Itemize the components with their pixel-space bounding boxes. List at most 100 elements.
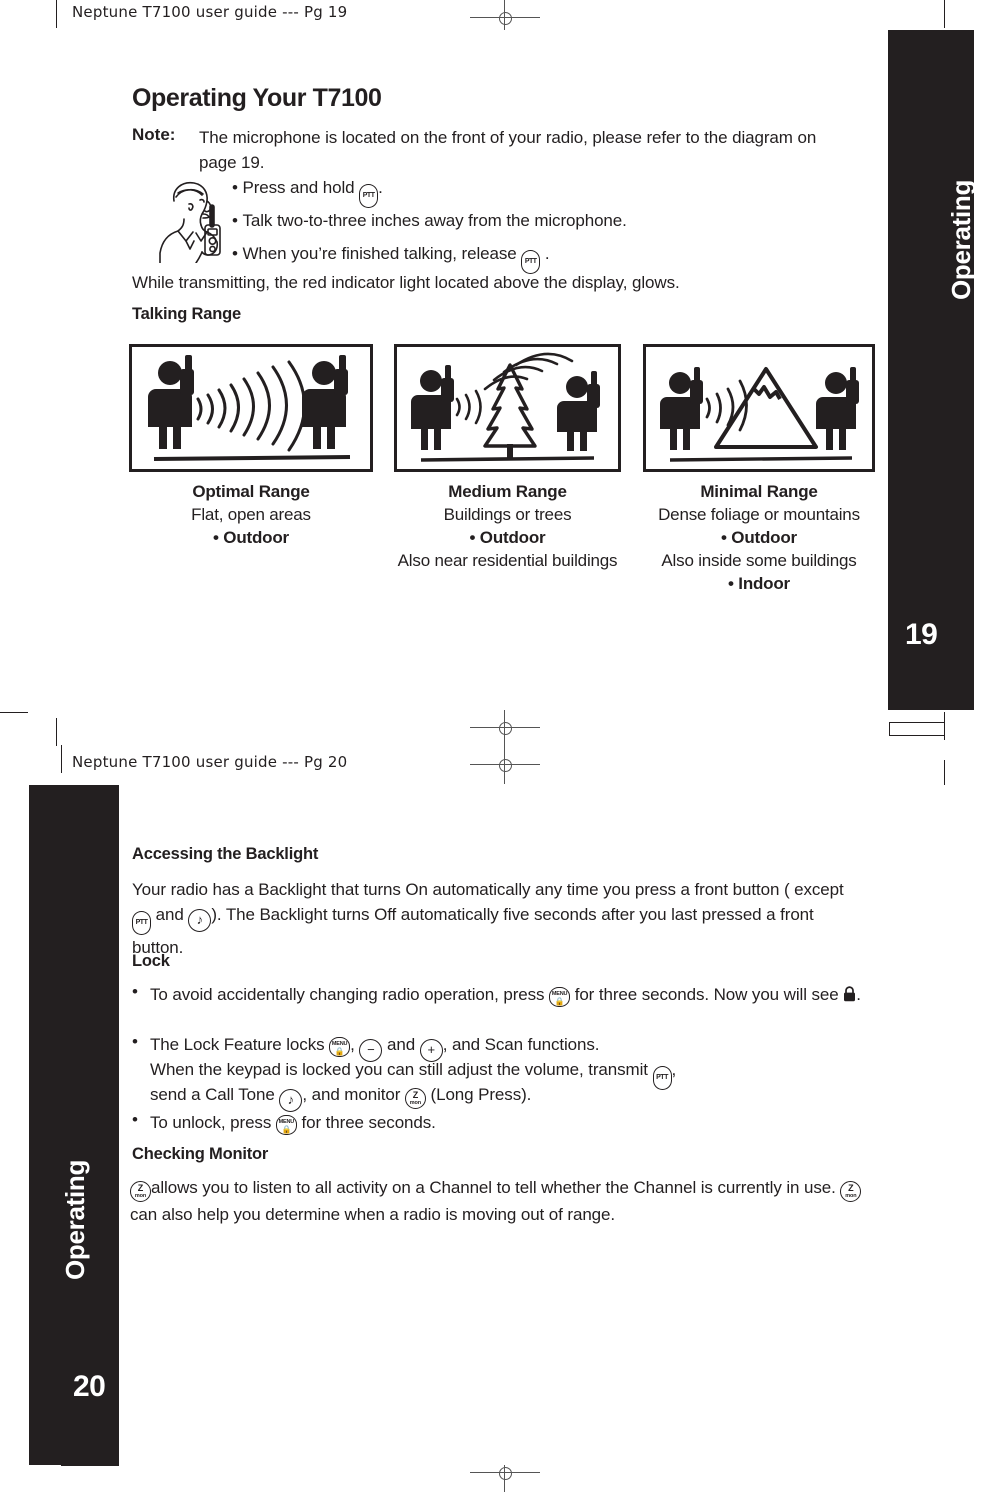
monitor-text-part2: can also help you determine when a radio…: [130, 1205, 616, 1224]
backlight-paragraph: Your radio has a Backlight that turns On…: [132, 877, 854, 960]
range-caption-medium: Medium Range Buildings or trees • Outdoo…: [394, 480, 621, 572]
bullet-marker: •: [232, 211, 243, 230]
backlight-text-part3: ). The Backlight turns Off automatically…: [132, 905, 814, 957]
range-caption-minimal: Minimal Range Dense foliage or mountains…: [630, 480, 888, 595]
range-line2: Also inside some buildings: [661, 551, 857, 570]
ptt-key-icon: PTT: [132, 911, 151, 935]
lock-b2-part5: When the keypad is locked you can still …: [150, 1060, 648, 1079]
range-bullet1: • Outdoor: [721, 528, 797, 547]
lock-bullet-3: To unlock, press MENU 🔒 for three seconds…: [150, 1110, 862, 1135]
lock-bullet-marker-1: •: [132, 982, 138, 1001]
crop-mark: [0, 712, 28, 713]
bullet-press-hold: • Press and hold PTT.: [232, 175, 383, 208]
lock-b2-part2: ,: [350, 1035, 355, 1054]
menu-key-icon: MENU 🔒: [329, 1037, 351, 1057]
crop-mark: [61, 745, 62, 773]
bullet-marker: •: [232, 178, 243, 197]
two-people-open-area-icon: [148, 355, 351, 461]
thumb-tab-label-19: Operating: [946, 179, 976, 300]
lock-b2-part7: send a Call Tone: [150, 1085, 275, 1104]
ptt-key-icon: PTT: [359, 184, 379, 208]
lock-glyph-small: 🔒: [334, 1047, 345, 1056]
lock-b2-part3: and: [387, 1035, 416, 1054]
bullet-text: Press and hold: [242, 178, 355, 197]
monitor-key-bottom-label: mon: [134, 1193, 147, 1199]
range-diagram-optimal: [129, 344, 373, 472]
lock-b1-part1: To avoid accidentally changing radio ope…: [150, 985, 545, 1004]
lock-b2-part9: (Long Press).: [430, 1085, 532, 1104]
registration-mark: [470, 746, 540, 784]
bullet-text: When you’re finished talking, release: [242, 244, 517, 263]
person-with-radio-illustration: [159, 181, 221, 263]
thumb-tab-pagenum-20: 20: [73, 1370, 106, 1403]
menu-key-icon: MENU 🔒: [549, 987, 571, 1007]
monitor-paragraph: Zmon allows you to listen to all activity…: [130, 1175, 866, 1227]
crop-mark: [56, 0, 57, 28]
monitor-key-icon: Zmon: [130, 1181, 151, 1202]
lock-bullet-2-line3: send a Call Tone ♪, and monitor Zmon (Lo…: [150, 1082, 862, 1112]
lock-b2-part1: The Lock Feature locks: [150, 1035, 325, 1054]
registration-mark: [470, 709, 540, 747]
range-bullet2: • Indoor: [728, 574, 790, 593]
thumb-tab-19: [888, 30, 974, 710]
thumb-tab-20: [29, 785, 119, 1465]
lock-b2-part8: , and monitor: [302, 1085, 401, 1104]
monitor-key-icon: Zmon: [840, 1181, 862, 1202]
note-label: Note:: [132, 125, 176, 144]
bullet-marker: •: [232, 244, 243, 263]
range-title: Medium Range: [448, 482, 567, 501]
range-line1: Flat, open areas: [191, 505, 311, 524]
lock-b2-part4: , and Scan functions.: [442, 1035, 600, 1054]
crop-box: [889, 722, 945, 736]
menu-key-icon: MENU 🔒: [275, 1115, 297, 1135]
bullet-text: Talk two-to-three inches away from the m…: [242, 211, 627, 230]
range-line1: Buildings or trees: [443, 505, 572, 524]
thumb-tab-label-20: Operating: [60, 1159, 90, 1280]
monitor-heading: Checking Monitor: [132, 1145, 269, 1163]
call-tone-key-icon: ♪: [188, 909, 212, 932]
call-tone-key-icon: ♪: [279, 1089, 303, 1112]
bullet-period: .: [378, 178, 383, 197]
lock-b2-part6: ,: [671, 1060, 677, 1079]
range-title: Minimal Range: [700, 482, 818, 501]
monitor-key-icon: Zmon: [404, 1088, 426, 1109]
range-caption-optimal: Optimal Range Flat, open areas • Outdoor: [129, 480, 373, 549]
lock-b1-part3: .: [856, 985, 861, 1004]
backlight-text-part2: and: [155, 905, 184, 924]
crop-mark: [944, 760, 945, 788]
page-20: Operating 20 Accessing the Backlight You…: [0, 785, 1004, 1465]
page-title: Operating Your T7100: [132, 84, 382, 112]
range-title: Optimal Range: [192, 482, 310, 501]
monitor-key-top-label: Z: [848, 1183, 854, 1193]
range-line1: Dense foliage or mountains: [658, 505, 860, 524]
monitor-text-part1: allows you to listen to all activity on …: [151, 1178, 836, 1197]
range-bullet1: • Outdoor: [469, 528, 546, 547]
thumb-tab-pagenum-19: 19: [905, 618, 938, 651]
bullet-talk-distance: • Talk two-to-three inches away from the…: [232, 208, 627, 233]
monitor-key-bottom-label: mon: [409, 1100, 422, 1106]
lock-glyph-small: 🔒: [554, 997, 565, 1006]
lock-bullet-1: To avoid accidentally changing radio ope…: [150, 982, 862, 1007]
page-slug-19: Neptune T7100 user guide --- Pg 19: [72, 3, 348, 21]
lock-heading: Lock: [132, 952, 170, 970]
padlock-icon: [844, 986, 856, 1002]
two-people-mountain-icon: [660, 367, 859, 462]
backlight-heading: Accessing the Backlight: [132, 845, 319, 863]
monitor-key-top-label: Z: [412, 1090, 419, 1100]
crop-mark: [944, 0, 945, 28]
transmitting-note: While transmitting, the red indicator li…: [132, 273, 680, 292]
range-bullet1: • Outdoor: [213, 528, 289, 547]
lock-bullet-marker-2: •: [132, 1032, 138, 1051]
registration-mark: [470, 0, 540, 37]
backlight-text-part1: Your radio has a Backlight that turns On…: [132, 880, 844, 899]
crop-mark: [56, 718, 57, 746]
bullet-period: .: [544, 244, 550, 263]
page-19: Operating 19 Operating Your T7100 Note: …: [0, 30, 1004, 710]
lock-glyph-small: 🔒: [281, 1125, 292, 1134]
lock-b3-part1: To unlock, press: [150, 1113, 272, 1132]
lock-bullet-marker-3: •: [132, 1110, 138, 1129]
lock-b3-part2: for three seconds.: [301, 1113, 436, 1132]
monitor-key-bottom-label: mon: [845, 1193, 857, 1199]
range-diagram-minimal: [643, 344, 875, 472]
page-slug-20: Neptune T7100 user guide --- Pg 20: [72, 753, 348, 771]
